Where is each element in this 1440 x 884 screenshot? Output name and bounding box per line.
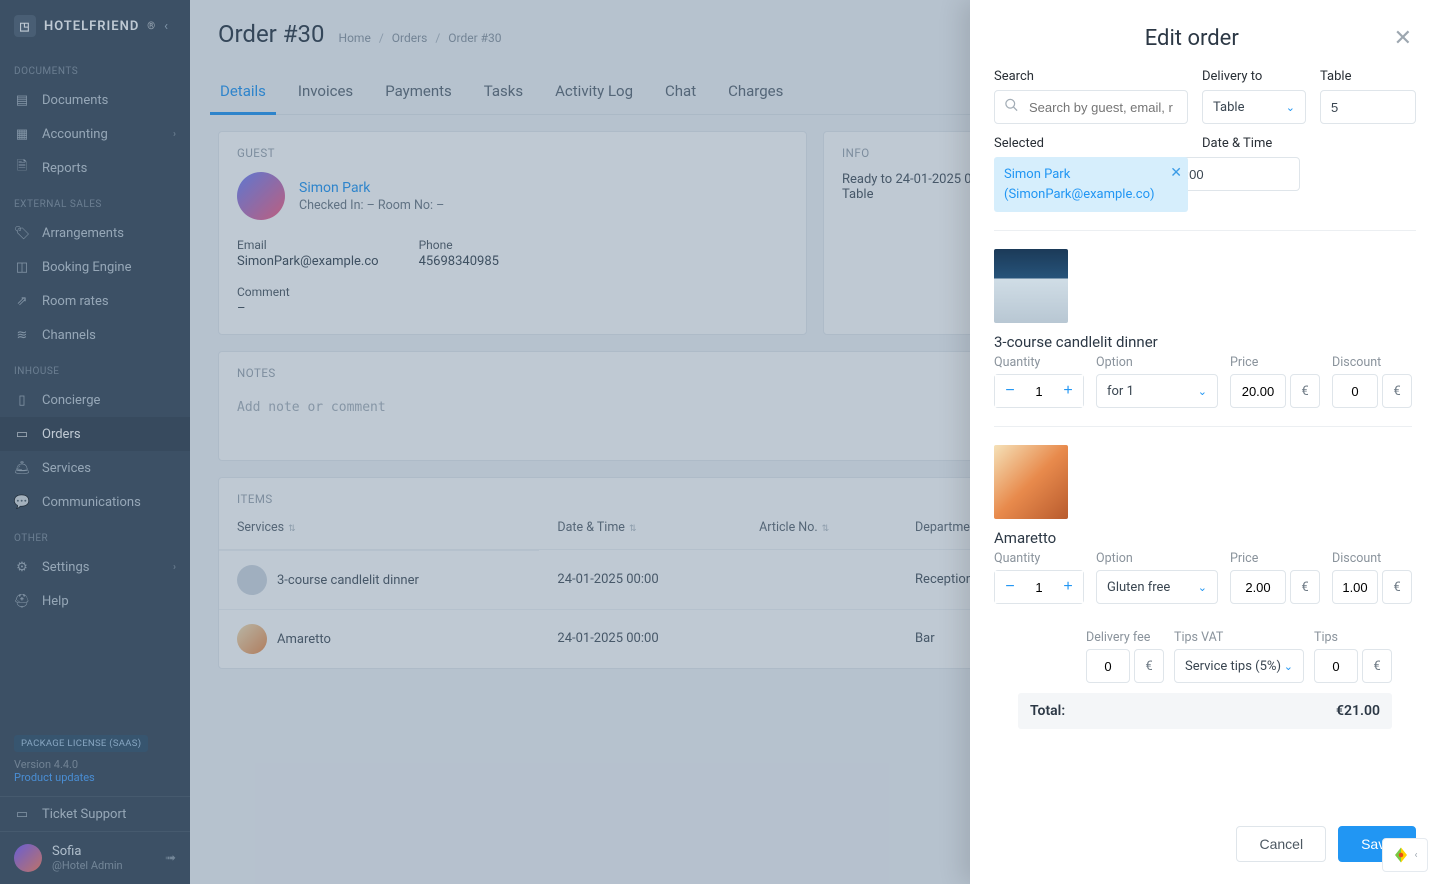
discount-input[interactable] [1332, 570, 1378, 604]
selected-email: (SimonPark@example.co) [1004, 187, 1155, 202]
qty-input[interactable] [1025, 580, 1053, 595]
price-input[interactable] [1230, 374, 1286, 408]
chevron-down-icon: ⌄ [1198, 385, 1207, 398]
option-label: Option [1096, 551, 1218, 566]
chevron-down-icon: ⌄ [1284, 660, 1293, 673]
selected-name: Simon Park [1004, 167, 1070, 182]
qty-decrease-button[interactable]: − [995, 375, 1025, 407]
qty-decrease-button[interactable]: − [995, 571, 1025, 603]
qty-input[interactable] [1025, 384, 1053, 399]
order-item: Amaretto Quantity − + Option [994, 445, 1412, 604]
currency-unit: € [1382, 570, 1412, 604]
item-title: 3-course candlelit dinner [994, 333, 1412, 351]
modal-backdrop[interactable] [0, 0, 970, 884]
discount-label: Discount [1332, 551, 1412, 566]
panel-title: Edit order [994, 26, 1390, 51]
remove-selected-button[interactable]: ✕ [1170, 163, 1182, 184]
item-thumbnail [994, 445, 1068, 519]
total-row: Total: €21.00 [1018, 693, 1392, 729]
selected-label: Selected [994, 136, 1188, 151]
total-label: Total: [1030, 703, 1065, 719]
price-label: Price [1230, 551, 1320, 566]
edit-order-panel: Edit order ✕ Search Selected Simon Park [970, 0, 1440, 884]
quantity-stepper: − + [994, 570, 1084, 604]
quantity-stepper: − + [994, 374, 1084, 408]
table-label: Table [1320, 69, 1416, 84]
tips-input[interactable] [1314, 649, 1358, 683]
table-input[interactable] [1320, 90, 1416, 124]
tips-vat-label: Tips VAT [1174, 630, 1304, 645]
currency-unit: € [1382, 374, 1412, 408]
total-value: €21.00 [1336, 703, 1380, 719]
selected-chip: Simon Park (SimonPark@example.co) ✕ [994, 157, 1188, 212]
search-icon [1004, 98, 1019, 117]
tips-vat-select[interactable]: Service tips (5%)⌄ [1174, 649, 1304, 683]
search-label: Search [994, 69, 1188, 84]
currency-unit: € [1290, 374, 1320, 408]
qty-increase-button[interactable]: + [1053, 571, 1083, 603]
qty-label: Quantity [994, 355, 1084, 370]
currency-unit: € [1362, 649, 1392, 683]
qty-increase-button[interactable]: + [1053, 375, 1083, 407]
datetime-label: Date & Time [1202, 136, 1306, 151]
delivery-fee-label: Delivery fee [1086, 630, 1164, 645]
order-items-list: 3-course candlelit dinner Quantity − + O… [994, 249, 1416, 622]
chevron-down-icon: ⌄ [1286, 101, 1295, 114]
option-select[interactable]: Gluten free⌄ [1096, 570, 1218, 604]
option-select[interactable]: for 1⌄ [1096, 374, 1218, 408]
discount-input[interactable] [1332, 374, 1378, 408]
chevron-left-icon: ‹ [1414, 850, 1417, 861]
delivery-label: Delivery to [1202, 69, 1306, 84]
delivery-select[interactable]: Table⌄ [1202, 90, 1306, 124]
option-label: Option [1096, 355, 1218, 370]
qty-label: Quantity [994, 551, 1084, 566]
order-item: 3-course candlelit dinner Quantity − + O… [994, 249, 1412, 408]
tips-label: Tips [1314, 630, 1392, 645]
price-input[interactable] [1230, 570, 1286, 604]
debug-widget[interactable]: ‹ [1382, 838, 1428, 872]
discount-label: Discount [1332, 355, 1412, 370]
cancel-button[interactable]: Cancel [1236, 826, 1326, 862]
item-title: Amaretto [994, 529, 1412, 547]
close-button[interactable]: ✕ [1390, 22, 1416, 55]
currency-unit: € [1290, 570, 1320, 604]
delivery-fee-input[interactable] [1086, 649, 1130, 683]
currency-unit: € [1134, 649, 1164, 683]
search-input[interactable] [994, 90, 1188, 124]
price-label: Price [1230, 355, 1320, 370]
item-thumbnail [994, 249, 1068, 323]
chevron-down-icon: ⌄ [1198, 581, 1207, 594]
